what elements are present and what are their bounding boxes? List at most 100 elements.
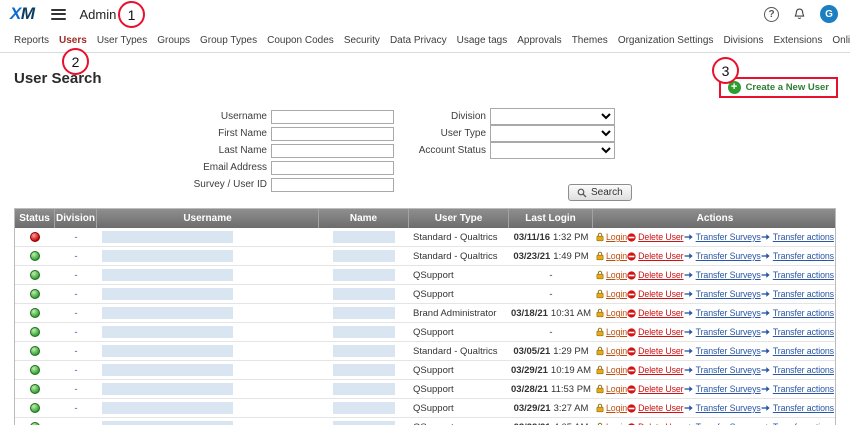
login-link[interactable]: Login [606, 346, 627, 356]
transfer-actions-action[interactable]: Transfer actions [761, 384, 834, 394]
transfer-actions-action[interactable]: Transfer actions [761, 327, 834, 337]
transfer-actions-action[interactable]: Transfer actions [761, 308, 834, 318]
division-cell[interactable]: - [55, 361, 97, 379]
transfer-surveys-action[interactable]: Transfer Surveys [684, 289, 761, 299]
tab-users[interactable]: Users [59, 35, 87, 46]
transfer-surveys-link[interactable]: Transfer Surveys [696, 270, 761, 280]
transfer-actions-link[interactable]: Transfer actions [773, 289, 834, 299]
delete-user-action[interactable]: Delete User [627, 327, 683, 337]
delete-user-action[interactable]: Delete User [627, 346, 683, 356]
division-cell[interactable]: - [55, 323, 97, 341]
login-link[interactable]: Login [606, 403, 627, 413]
delete-user-action[interactable]: Delete User [627, 308, 683, 318]
delete-user-link[interactable]: Delete User [638, 289, 683, 299]
division-cell[interactable]: - [55, 285, 97, 303]
transfer-actions-link[interactable]: Transfer actions [773, 365, 834, 375]
login-link[interactable]: Login [606, 251, 627, 261]
delete-user-link[interactable]: Delete User [638, 327, 683, 337]
create-new-user-button[interactable]: + Create a New User [719, 77, 838, 98]
transfer-surveys-action[interactable]: Transfer Surveys [684, 346, 761, 356]
tab-themes[interactable]: Themes [572, 35, 608, 46]
transfer-surveys-action[interactable]: Transfer Surveys [684, 251, 761, 261]
login-link[interactable]: Login [606, 384, 627, 394]
survey-user-id-input[interactable] [271, 178, 394, 192]
login-action[interactable]: Login [596, 308, 627, 318]
tab-divisions[interactable]: Divisions [723, 35, 763, 46]
transfer-actions-action[interactable]: Transfer actions [761, 270, 834, 280]
transfer-surveys-action[interactable]: Transfer Surveys [684, 403, 761, 413]
delete-user-action[interactable]: Delete User [627, 403, 683, 413]
delete-user-link[interactable]: Delete User [638, 346, 683, 356]
tab-groups[interactable]: Groups [157, 35, 190, 46]
delete-user-link[interactable]: Delete User [638, 251, 683, 261]
division-cell[interactable]: - [55, 399, 97, 417]
login-action[interactable]: Login [596, 327, 627, 337]
transfer-surveys-link[interactable]: Transfer Surveys [696, 365, 761, 375]
transfer-surveys-link[interactable]: Transfer Surveys [696, 327, 761, 337]
login-link[interactable]: Login [606, 289, 627, 299]
transfer-surveys-action[interactable]: Transfer Surveys [684, 384, 761, 394]
transfer-surveys-action[interactable]: Transfer Surveys [684, 327, 761, 337]
email-address-input[interactable] [271, 161, 394, 175]
tab-group-types[interactable]: Group Types [200, 35, 257, 46]
tab-usage-tags[interactable]: Usage tags [457, 35, 508, 46]
tab-reports[interactable]: Reports [14, 35, 49, 46]
division-cell[interactable]: - [55, 247, 97, 265]
delete-user-link[interactable]: Delete User [638, 384, 683, 394]
login-link[interactable]: Login [606, 308, 627, 318]
delete-user-action[interactable]: Delete User [627, 232, 683, 242]
division-cell[interactable]: - [55, 380, 97, 398]
tab-security[interactable]: Security [344, 35, 380, 46]
transfer-actions-link[interactable]: Transfer actions [773, 251, 834, 261]
division-cell[interactable]: - [55, 266, 97, 284]
transfer-surveys-link[interactable]: Transfer Surveys [696, 289, 761, 299]
delete-user-action[interactable]: Delete User [627, 384, 683, 394]
transfer-surveys-link[interactable]: Transfer Surveys [696, 251, 761, 261]
tab-coupon-codes[interactable]: Coupon Codes [267, 35, 334, 46]
transfer-actions-action[interactable]: Transfer actions [761, 365, 834, 375]
division-select[interactable] [490, 108, 615, 125]
tab-online[interactable]: Online [832, 35, 850, 46]
division-cell[interactable]: - [55, 304, 97, 322]
transfer-actions-link[interactable]: Transfer actions [773, 270, 834, 280]
user-type-select[interactable] [490, 125, 615, 142]
delete-user-link[interactable]: Delete User [638, 365, 683, 375]
tab-organization-settings[interactable]: Organization Settings [618, 35, 714, 46]
transfer-surveys-link[interactable]: Transfer Surveys [696, 346, 761, 356]
transfer-surveys-link[interactable]: Transfer Surveys [696, 232, 761, 242]
transfer-actions-action[interactable]: Transfer actions [761, 346, 834, 356]
transfer-actions-link[interactable]: Transfer actions [773, 232, 834, 242]
login-action[interactable]: Login [596, 403, 627, 413]
help-icon[interactable]: ? [764, 7, 779, 22]
hamburger-menu-icon[interactable] [51, 9, 66, 20]
division-cell[interactable]: - [55, 228, 97, 246]
login-link[interactable]: Login [606, 327, 627, 337]
account-status-select[interactable] [490, 142, 615, 159]
login-action[interactable]: Login [596, 346, 627, 356]
transfer-actions-action[interactable]: Transfer actions [761, 251, 834, 261]
login-link[interactable]: Login [606, 365, 627, 375]
transfer-actions-link[interactable]: Transfer actions [773, 384, 834, 394]
transfer-surveys-action[interactable]: Transfer Surveys [684, 270, 761, 280]
transfer-actions-action[interactable]: Transfer actions [761, 289, 834, 299]
transfer-surveys-link[interactable]: Transfer Surveys [696, 384, 761, 394]
delete-user-link[interactable]: Delete User [638, 403, 683, 413]
notifications-bell-icon[interactable] [792, 7, 807, 22]
delete-user-action[interactable]: Delete User [627, 251, 683, 261]
tab-data-privacy[interactable]: Data Privacy [390, 35, 447, 46]
user-avatar[interactable]: G [820, 5, 838, 23]
login-action[interactable]: Login [596, 270, 627, 280]
transfer-surveys-action[interactable]: Transfer Surveys [684, 232, 761, 242]
delete-user-link[interactable]: Delete User [638, 308, 683, 318]
transfer-surveys-link[interactable]: Transfer Surveys [696, 308, 761, 318]
division-cell[interactable]: - [55, 342, 97, 360]
delete-user-action[interactable]: Delete User [627, 289, 683, 299]
transfer-actions-link[interactable]: Transfer actions [773, 346, 834, 356]
transfer-surveys-action[interactable]: Transfer Surveys [684, 365, 761, 375]
tab-extensions[interactable]: Extensions [773, 35, 822, 46]
search-button[interactable]: Search [568, 184, 632, 201]
delete-user-link[interactable]: Delete User [638, 270, 683, 280]
login-link[interactable]: Login [606, 270, 627, 280]
delete-user-action[interactable]: Delete User [627, 365, 683, 375]
delete-user-action[interactable]: Delete User [627, 270, 683, 280]
